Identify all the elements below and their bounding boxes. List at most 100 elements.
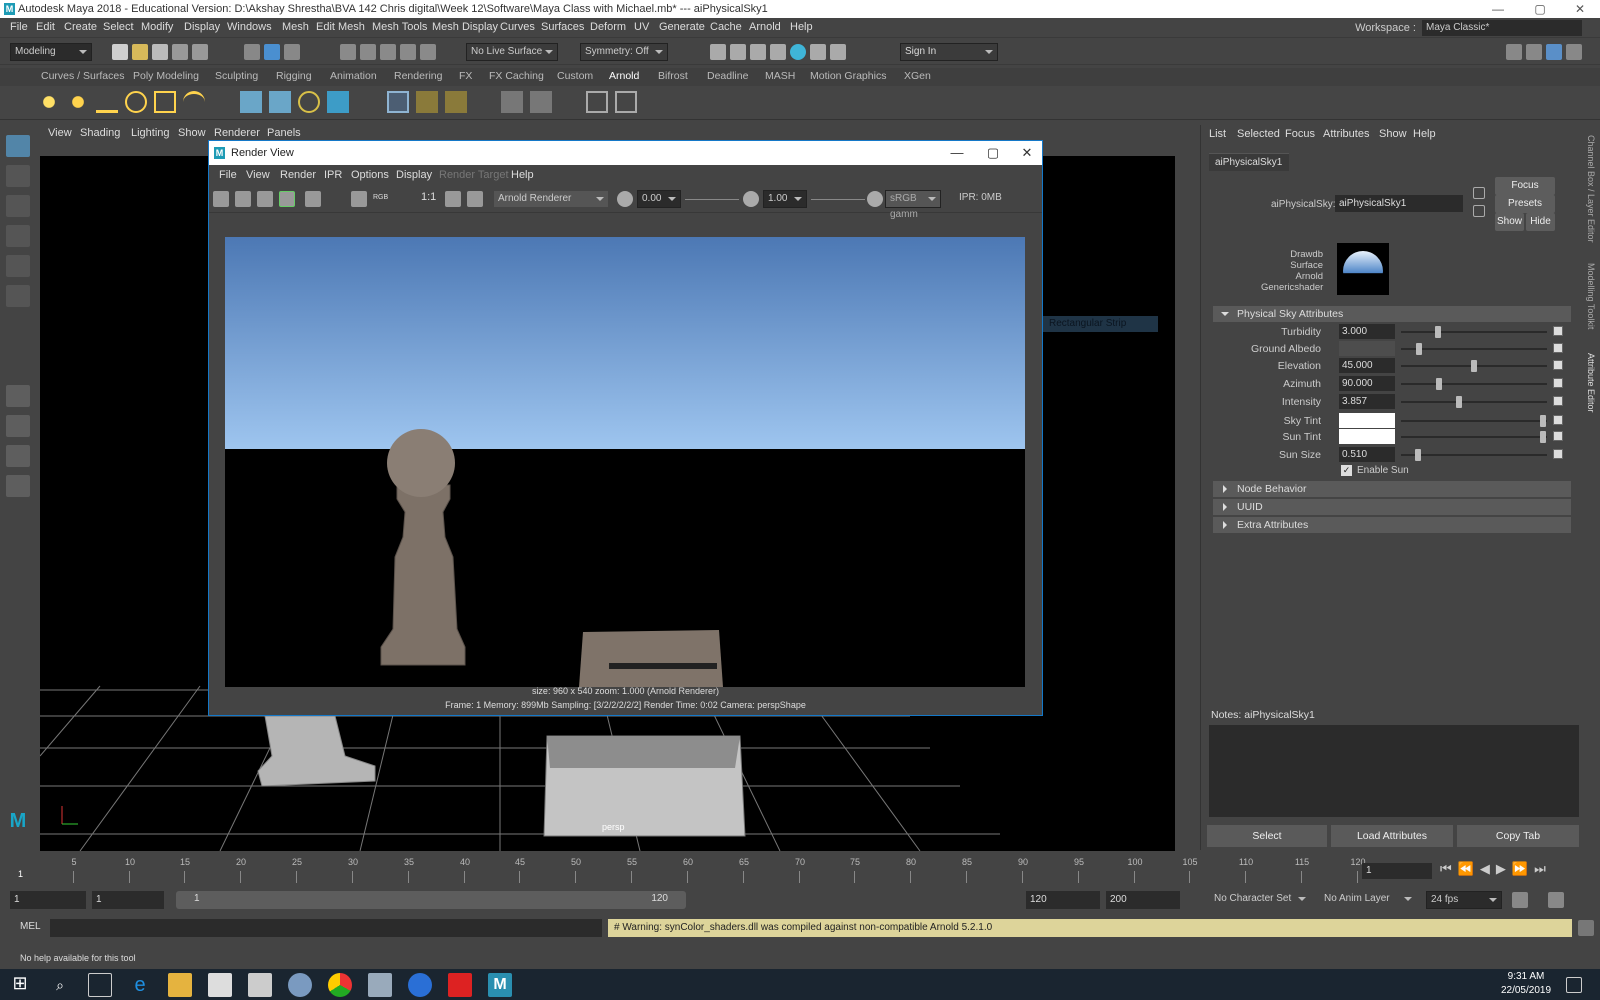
shader-ball-icon[interactable] xyxy=(501,91,523,113)
close-button[interactable]: ✕ xyxy=(1560,0,1600,18)
slider-knob[interactable] xyxy=(1471,360,1477,372)
map-button-icon[interactable] xyxy=(1553,343,1563,353)
attr-field[interactable]: 3.000 xyxy=(1339,324,1395,339)
render-image[interactable] xyxy=(225,237,1025,687)
ae-node-name-field[interactable]: aiPhysicalSky1 xyxy=(1335,195,1463,212)
snap-point-icon[interactable] xyxy=(380,44,396,60)
menu-mesh-tools[interactable]: Mesh Tools xyxy=(372,21,427,33)
playback-controls-icon[interactable]: ⏮⏪◀▶⏩⏭ xyxy=(1440,861,1552,877)
menu-arnold[interactable]: Arnold xyxy=(749,21,781,33)
menu-set-dropdown[interactable]: Modeling xyxy=(10,43,92,61)
hypershade-icon[interactable] xyxy=(770,44,786,60)
range-bar[interactable]: 1 120 xyxy=(176,891,686,909)
persp-outliner-layout-icon[interactable] xyxy=(6,445,30,467)
aov-icon[interactable] xyxy=(530,91,552,113)
playblast-icon[interactable] xyxy=(615,91,637,113)
rv-menu-options[interactable]: Options xyxy=(351,169,389,181)
map-button-icon[interactable] xyxy=(1553,431,1563,441)
channel-box-tab[interactable]: Channel Box / Layer Editor xyxy=(1586,135,1596,243)
attr-slider[interactable] xyxy=(1401,360,1547,372)
sign-in-button[interactable]: Sign In xyxy=(900,43,998,61)
attr-color-swatch[interactable] xyxy=(1339,413,1395,428)
playback-start-field[interactable]: 1 xyxy=(92,891,164,909)
viewport-menu-lighting[interactable]: Lighting xyxy=(131,127,170,139)
attr-slider[interactable] xyxy=(1401,415,1547,427)
area-light-icon[interactable] xyxy=(38,91,60,113)
shelf-tab-rendering[interactable]: Rendering xyxy=(394,70,442,82)
render-settings-icon[interactable] xyxy=(750,44,766,60)
arnold-ipr-icon[interactable] xyxy=(810,44,826,60)
script-editor-icon[interactable] xyxy=(1578,920,1594,936)
notifications-icon[interactable] xyxy=(1566,977,1582,993)
pause-icon[interactable] xyxy=(830,44,846,60)
ae-select-button[interactable]: Select xyxy=(1207,825,1327,847)
maya-home-logo-icon[interactable]: M xyxy=(6,810,30,832)
rv-snapshot-compare-icon[interactable] xyxy=(467,191,483,207)
store-icon[interactable] xyxy=(208,973,232,997)
ipr-render-icon[interactable] xyxy=(730,44,746,60)
rv-gamma-field[interactable]: 1.00 xyxy=(763,190,807,208)
modelling-toolkit-tab[interactable]: Modelling Toolkit xyxy=(1586,263,1596,329)
rv-keep-image-icon[interactable] xyxy=(351,191,367,207)
export-standin-icon[interactable] xyxy=(269,91,291,113)
render-view-close-button[interactable]: ✕ xyxy=(1009,141,1045,165)
viewport-menu-panels[interactable]: Panels xyxy=(267,127,301,139)
rv-renderer-dropdown[interactable]: Arnold Renderer xyxy=(493,190,609,208)
loop-icon[interactable] xyxy=(1512,892,1528,908)
file-explorer-icon[interactable] xyxy=(168,973,192,997)
shelf-tab-curves-surfaces[interactable]: Curves / Surfaces xyxy=(41,70,124,82)
slider-knob[interactable] xyxy=(1540,431,1546,443)
tool-settings-icon[interactable] xyxy=(1526,44,1542,60)
save-scene-icon[interactable] xyxy=(152,44,168,60)
anim-prefs-icon[interactable] xyxy=(1548,892,1564,908)
open-scene-icon[interactable] xyxy=(132,44,148,60)
ae-load-attributes-button[interactable]: Load Attributes xyxy=(1331,825,1453,847)
snap-grid-icon[interactable] xyxy=(340,44,356,60)
skydome-light-icon[interactable] xyxy=(125,91,147,113)
rv-snapshot-icon[interactable] xyxy=(257,191,273,207)
arnold-render-icon[interactable] xyxy=(790,44,806,60)
ae-input-connection-icon[interactable] xyxy=(1473,187,1485,199)
rv-refresh-icon[interactable] xyxy=(305,191,321,207)
slider-knob[interactable] xyxy=(1435,326,1441,338)
menu-modify[interactable]: Modify xyxy=(141,21,173,33)
rv-color-space-field[interactable]: sRGB gamm xyxy=(885,190,941,220)
select-component-icon[interactable] xyxy=(284,44,300,60)
attr-slider[interactable] xyxy=(1401,378,1547,390)
attr-field[interactable]: 0.510 xyxy=(1339,447,1395,462)
attribute-editor-toggle-icon[interactable] xyxy=(1546,44,1562,60)
photometric-light-icon[interactable] xyxy=(96,91,118,113)
clock-time[interactable]: 9:31 AM xyxy=(1490,971,1562,982)
chrome-icon[interactable] xyxy=(328,973,352,997)
shelf-tab-poly-modeling[interactable]: Poly Modeling xyxy=(133,70,199,82)
select-tool-icon[interactable] xyxy=(6,135,30,157)
fps-dropdown[interactable]: 24 fps xyxy=(1426,891,1502,909)
eye-icon[interactable] xyxy=(586,91,608,113)
live-surface-field[interactable]: No Live Surface xyxy=(466,43,558,61)
notes-field[interactable] xyxy=(1209,725,1579,817)
map-button-icon[interactable] xyxy=(1553,378,1563,388)
section-uuid[interactable]: UUID xyxy=(1213,499,1571,515)
slider-knob[interactable] xyxy=(1540,415,1546,427)
rv-menu-file[interactable]: File xyxy=(219,169,237,181)
menu-create[interactable]: Create xyxy=(64,21,97,33)
new-scene-icon[interactable] xyxy=(112,44,128,60)
rv-menu-render[interactable]: Render xyxy=(280,169,316,181)
word-icon[interactable] xyxy=(408,973,432,997)
map-button-icon[interactable] xyxy=(1553,415,1563,425)
ae-shader-swatch[interactable] xyxy=(1337,243,1389,295)
four-view-layout-icon[interactable] xyxy=(6,415,30,437)
command-language[interactable]: MEL xyxy=(20,921,41,932)
menu-cache[interactable]: Cache xyxy=(710,21,742,33)
menu-curves[interactable]: Curves xyxy=(500,21,535,33)
flush-caches-icon[interactable] xyxy=(445,91,467,113)
rv-exposure-field[interactable]: 0.00 xyxy=(637,190,681,208)
slider-knob[interactable] xyxy=(1415,449,1421,461)
render-view-maximize-button[interactable]: ▢ xyxy=(975,141,1011,165)
notepad-icon[interactable] xyxy=(368,973,392,997)
attr-slider[interactable] xyxy=(1401,343,1547,355)
rv-ratio[interactable]: 1:1 xyxy=(421,191,436,203)
rv-ipr-icon[interactable] xyxy=(279,191,295,207)
rv-fit-icon[interactable] xyxy=(445,191,461,207)
viewport-menu-view[interactable]: View xyxy=(48,127,72,139)
